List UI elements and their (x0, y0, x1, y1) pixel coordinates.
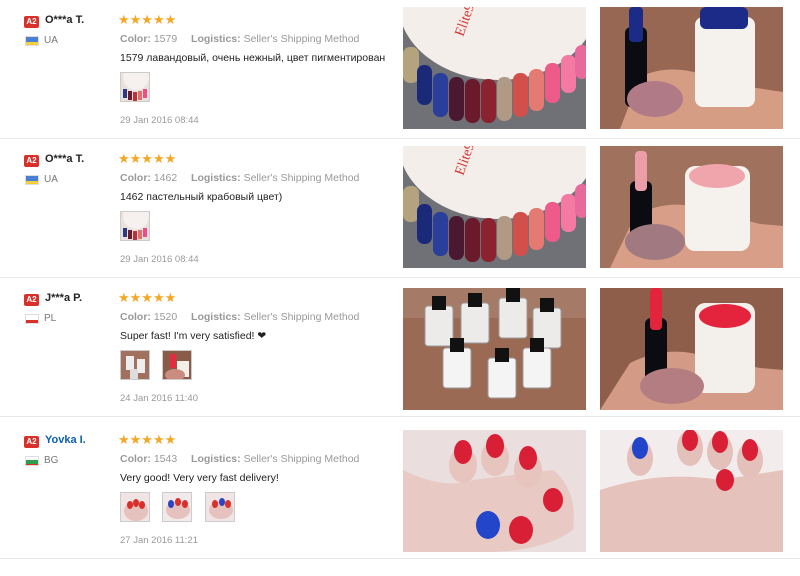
review-thumbnail[interactable] (162, 350, 193, 380)
logistics-value: Seller's Shipping Method (243, 33, 360, 45)
review-photo[interactable]: Elite99 (403, 146, 586, 268)
color-label: Color: (120, 172, 151, 184)
review-item: A2 O***a T. UA ★★★★★ Color: 1462 Logisti… (0, 139, 800, 278)
review-photo[interactable]: Elite99 (403, 7, 586, 129)
color-label: Color: (120, 33, 151, 45)
review-comment: Super fast! I'm very satisfied! ❤ (120, 330, 267, 342)
logistics-value: Seller's Shipping Method (243, 453, 360, 465)
review-meta: Color: 1579 Logistics: Seller's Shipping… (120, 33, 359, 45)
reviewer-country: PL (44, 313, 57, 324)
logistics-value: Seller's Shipping Method (243, 311, 360, 323)
review-thumbnails (120, 72, 158, 104)
review-item: A2 J***a P. PL ★★★★★ Color: 1520 Logisti… (0, 278, 800, 417)
logistics-label: Logistics: (191, 172, 241, 184)
buyer-level-badge: A2 (24, 155, 39, 167)
review-meta: Color: 1520 Logistics: Seller's Shipping… (120, 311, 359, 323)
review-date: 29 Jan 2016 08:44 (120, 115, 199, 126)
color-label: Color: (120, 311, 151, 323)
review-thumbnail[interactable] (120, 350, 150, 380)
review-thumbnails (120, 492, 243, 524)
review-item: A2 O***a T. UA ★★★★★ Color: 1579 Logisti… (0, 0, 800, 139)
rating-stars: ★★★★★ (118, 12, 177, 27)
logistics-label: Logistics: (191, 33, 241, 45)
rating-stars: ★★★★★ (118, 151, 177, 166)
review-thumbnail[interactable] (162, 492, 193, 522)
review-date: 24 Jan 2016 11:40 (120, 393, 199, 404)
review-thumbnail[interactable] (204, 492, 235, 522)
review-date: 29 Jan 2016 08:44 (120, 254, 199, 265)
review-photo[interactable] (403, 430, 586, 552)
review-thumbnails (120, 211, 158, 243)
review-comment: 1462 пастельный крабовый цвет) (120, 191, 283, 203)
bg-flag-icon (25, 456, 39, 466)
review-thumbnails (120, 350, 200, 382)
review-comment: 1579 лавандовый, очень нежный, цвет пигм… (120, 52, 386, 64)
ua-flag-icon (25, 175, 39, 185)
reviewer-name: J***a P. (45, 292, 83, 304)
rating-stars: ★★★★★ (118, 290, 177, 305)
logistics-value: Seller's Shipping Method (243, 172, 360, 184)
review-thumbnail[interactable] (120, 211, 150, 241)
buyer-level-badge: A2 (24, 436, 39, 448)
reviewer-name: O***a T. (45, 153, 85, 165)
logistics-label: Logistics: (191, 453, 241, 465)
review-comment: Very good! Very very fast delivery! (120, 472, 279, 484)
reviewer-country: BG (44, 455, 59, 466)
reviewer-country: UA (44, 174, 58, 185)
review-photo[interactable] (600, 288, 783, 410)
reviewer-country: UA (44, 35, 58, 46)
ua-flag-icon (25, 36, 39, 46)
review-meta: Color: 1543 Logistics: Seller's Shipping… (120, 453, 359, 465)
review-meta: Color: 1462 Logistics: Seller's Shipping… (120, 172, 359, 184)
review-photo[interactable] (600, 430, 783, 552)
review-date: 27 Jan 2016 11:21 (120, 535, 199, 546)
buyer-level-badge: A2 (24, 16, 39, 28)
color-value: 1579 (153, 33, 178, 45)
review-item: A2 Yovka I. BG ★★★★★ Color: 1543 Logisti… (0, 420, 800, 559)
pl-flag-icon (25, 314, 39, 324)
review-photo[interactable] (403, 288, 586, 410)
reviewer-name-link[interactable]: Yovka I. (45, 434, 86, 446)
color-label: Color: (120, 453, 151, 465)
buyer-level-badge: A2 (24, 294, 39, 306)
review-photo[interactable] (600, 146, 783, 268)
review-thumbnail[interactable] (120, 72, 150, 102)
logistics-label: Logistics: (191, 311, 241, 323)
reviewer-name: O***a T. (45, 14, 85, 26)
color-value: 1520 (153, 311, 178, 323)
color-value: 1462 (153, 172, 178, 184)
review-thumbnail[interactable] (120, 492, 150, 522)
review-photo[interactable] (600, 7, 783, 129)
color-value: 1543 (153, 453, 178, 465)
rating-stars: ★★★★★ (118, 432, 177, 447)
